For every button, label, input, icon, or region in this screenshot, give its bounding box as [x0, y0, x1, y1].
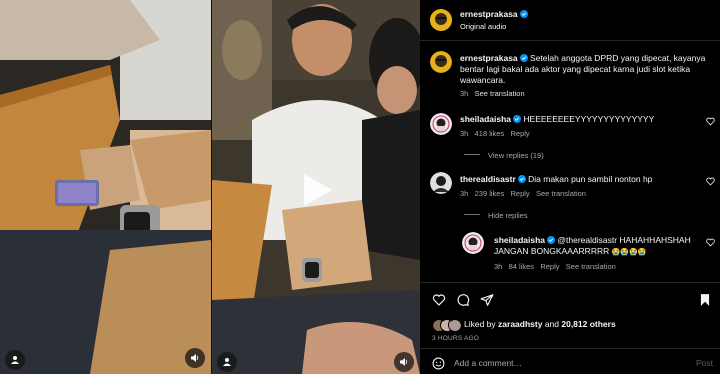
avatar-image [462, 232, 484, 254]
comment-2: therealdisastr Dia makan pun sambil nont… [460, 174, 652, 185]
play-icon[interactable] [296, 170, 336, 210]
comment-1: sheiladaisha HEEEEEEEEYYYYYYYYYYYYYY [460, 114, 654, 125]
heart-icon[interactable] [706, 238, 715, 247]
comment-avatar[interactable] [430, 172, 452, 194]
user-tag-button[interactable] [5, 350, 25, 370]
caption-meta: 3h See translation [460, 88, 525, 99]
share-icon[interactable] [480, 293, 494, 307]
liker-avatar [448, 318, 462, 332]
post-button[interactable]: Post [696, 358, 713, 369]
comment-text: HEEEEEEEEYYYYYYYYYYYYYY [523, 114, 655, 124]
volume-icon [191, 354, 199, 362]
bookmark-icon[interactable] [699, 293, 711, 307]
reply-button[interactable]: Reply [510, 129, 529, 138]
comment-likes[interactable]: 418 likes [475, 129, 505, 138]
reply-button[interactable]: Reply [510, 189, 529, 198]
post-time[interactable]: 3 HOURS AGO [432, 333, 479, 344]
avatar-image [430, 113, 452, 135]
avatar-image [430, 9, 452, 31]
reply-emoji: 😭😭😭😭 [611, 249, 647, 256]
see-translation-link[interactable]: See translation [536, 189, 586, 198]
replies-line [464, 154, 480, 155]
verified-icon [513, 115, 522, 123]
video-frame-left [0, 0, 211, 374]
comment-age: 3h [494, 262, 503, 271]
verified-icon [519, 54, 528, 62]
comment-1-meta: 3h 418 likes Reply [460, 128, 530, 139]
liked-by-user[interactable]: zaraadhsty [498, 319, 542, 329]
reply-meta: 3h 84 likes Reply See translation [494, 261, 616, 272]
comment-likes[interactable]: 239 likes [475, 189, 505, 198]
replies-line [464, 214, 480, 215]
verified-icon [519, 10, 528, 18]
reply-text-2: JANGAN BONGKAAARRRRR [494, 246, 610, 256]
caption-text-3: wawancara. [460, 75, 506, 85]
emoji-icon[interactable] [432, 357, 445, 370]
post-header: ernestprakasa Original audio [420, 0, 720, 41]
video-player[interactable] [0, 0, 420, 374]
caption-avatar[interactable] [430, 51, 452, 73]
likes-count[interactable]: 20,812 others [561, 319, 615, 329]
comment-username[interactable]: therealdisastr [460, 174, 516, 184]
comment-username[interactable]: sheiladaisha [460, 114, 511, 124]
mute-button[interactable] [185, 348, 205, 368]
comment-age: 3h [460, 129, 469, 138]
comment-2-meta: 3h 239 likes Reply See translation [460, 188, 586, 199]
user-tag-icon [223, 358, 231, 366]
audio-label[interactable]: Original audio [460, 21, 506, 32]
comment-icon[interactable] [456, 293, 470, 307]
user-tag-icon [11, 356, 19, 364]
avatar-image [430, 51, 452, 73]
video-still-left [0, 0, 211, 374]
liked-by-and: and [542, 319, 562, 329]
caption-age: 3h [460, 89, 469, 98]
avatar[interactable] [430, 9, 452, 31]
see-translation-link[interactable]: See translation [475, 89, 525, 98]
post-sidebar: ernestprakasa Original audio ernestpraka… [420, 0, 720, 374]
reply-comment: sheiladaisha @therealdisastr HAHAHHAHSHA… [494, 235, 704, 258]
post-username[interactable]: ernestprakasa [460, 9, 528, 20]
divider [420, 282, 720, 283]
caption-text-1: Setelah anggota DPRD yang dipecat, kayan… [530, 53, 706, 63]
liked-by-prefix: Liked by [464, 319, 499, 329]
heart-icon[interactable] [706, 117, 715, 126]
heart-icon[interactable] [706, 177, 715, 186]
avatar-image [430, 172, 452, 194]
mute-button-2[interactable] [394, 352, 414, 372]
view-replies-label: View replies (19) [488, 151, 544, 160]
view-replies-toggle[interactable]: View replies (19) [464, 150, 544, 161]
verified-icon [547, 236, 556, 244]
caption: ernestprakasa Setelah anggota DPRD yang … [460, 53, 712, 86]
comment-likes[interactable]: 84 likes [509, 262, 534, 271]
hide-replies-toggle[interactable]: Hide replies [464, 210, 528, 221]
caption-text-2: bentar lagi bakal ada aktor yang dipecat… [460, 64, 691, 74]
comment-username[interactable]: sheiladaisha [494, 235, 545, 245]
comment-text: Dia makan pun sambil nonton hp [528, 174, 653, 184]
reply-button[interactable]: Reply [540, 262, 559, 271]
user-tag-button-2[interactable] [217, 352, 237, 372]
caption-username[interactable]: ernestprakasa [460, 53, 518, 63]
reply-avatar[interactable] [462, 232, 484, 254]
liked-by: Liked by zaraadhsty and 20,812 others [464, 319, 616, 330]
volume-icon [400, 358, 408, 366]
verified-icon [517, 175, 526, 183]
avatar-image [449, 320, 461, 331]
hide-replies-label: Hide replies [488, 211, 528, 220]
heart-icon[interactable] [432, 293, 446, 307]
comment-age: 3h [460, 189, 469, 198]
reply-text-1: @therealdisastr HAHAHHAHSHAH [557, 235, 691, 245]
see-translation-link[interactable]: See translation [566, 262, 616, 271]
comment-avatar[interactable] [430, 113, 452, 135]
comment-input[interactable]: Add a comment… [454, 358, 522, 369]
divider [420, 348, 720, 349]
